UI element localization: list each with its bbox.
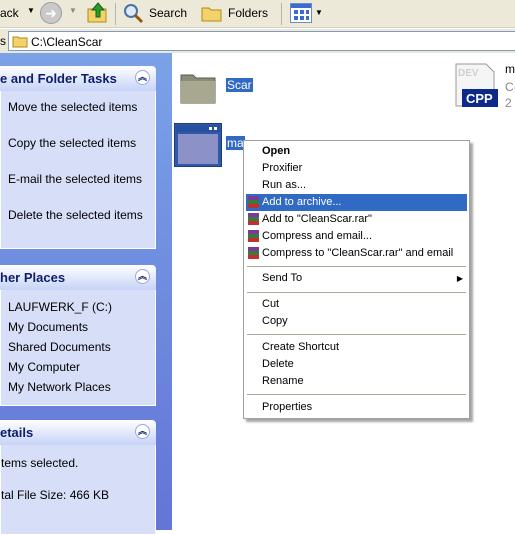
menu-item-properties[interactable]: Properties	[246, 399, 467, 416]
winrar-icon	[248, 247, 259, 259]
context-menu: Open Proxifier Run as... Add to archive.…	[243, 140, 470, 419]
place-shared-documents[interactable]: Shared Documents	[8, 339, 148, 355]
address-input[interactable]: C:\CleanScar	[8, 31, 515, 51]
views-dropdown-arrow-icon[interactable]: ▼	[315, 8, 323, 17]
menu-item-label: Compress and email...	[262, 230, 373, 242]
application-window-icon[interactable]	[174, 123, 222, 167]
back-dropdown-arrow-icon[interactable]: ▼	[27, 6, 35, 15]
selected-file-label[interactable]: ma	[226, 136, 245, 150]
task-delete[interactable]: Delete the selected items	[8, 207, 148, 223]
address-path: C:\CleanScar	[31, 35, 103, 49]
menu-item-compress-email[interactable]: Compress and email...	[246, 228, 467, 245]
toolbar-separator	[115, 3, 116, 25]
menu-item-label: Proxifier	[262, 162, 303, 174]
menu-item-label: Delete	[262, 358, 294, 370]
menu-item-label: Rename	[262, 375, 304, 387]
details-header[interactable]: etails ︽	[0, 420, 156, 445]
winrar-icon	[248, 196, 259, 208]
menu-item-run-as[interactable]: Run as...	[246, 177, 467, 194]
place-my-network-places[interactable]: My Network Places	[8, 379, 148, 395]
menu-item-label: Add to archive...	[262, 196, 342, 208]
forward-dropdown-arrow-icon[interactable]: ▼	[69, 6, 77, 15]
menu-item-label: Add to "CleanScar.rar"	[262, 213, 372, 225]
other-places-panel: LAUFWERK_F (C:) My Documents Shared Docu…	[0, 290, 156, 406]
menu-item-label: Compress to "CleanScar.rar" and email	[262, 247, 454, 259]
scar-folder-label[interactable]: Scar	[226, 78, 253, 92]
menu-item-add-to-rar[interactable]: Add to "CleanScar.rar"	[246, 211, 467, 228]
menu-item-open[interactable]: Open	[246, 143, 467, 160]
menu-separator	[247, 292, 466, 293]
menu-item-rename[interactable]: Rename	[246, 373, 467, 390]
place-my-computer[interactable]: My Computer	[8, 359, 148, 375]
views-icon[interactable]	[290, 3, 312, 23]
folders-button[interactable]: Folders	[228, 6, 268, 20]
menu-item-proxifier[interactable]: Proxifier	[246, 160, 467, 177]
menu-item-create-shortcut[interactable]: Create Shortcut	[246, 339, 467, 356]
submenu-arrow-icon: ▶	[456, 274, 463, 283]
cpp-badge: CPP	[466, 91, 493, 106]
scar-folder-icon[interactable]	[178, 67, 218, 107]
task-email[interactable]: E-mail the selected items	[8, 171, 148, 187]
task-move[interactable]: Move the selected items	[8, 99, 148, 115]
address-bar: s C:\CleanScar	[0, 29, 515, 53]
panel-title: her Places	[0, 270, 66, 285]
cpp-file-size: 2	[505, 96, 512, 110]
cpp-file-type: C-	[505, 80, 515, 94]
menu-item-delete[interactable]: Delete	[246, 356, 467, 373]
menu-item-label: Cut	[262, 298, 280, 310]
task-pane: e and Folder Tasks ︽ Move the selected i…	[0, 53, 172, 535]
search-icon[interactable]	[121, 2, 145, 24]
details-selection-count: tems selected.	[1, 456, 79, 470]
menu-item-send-to[interactable]: Send To ▶	[246, 270, 467, 287]
folders-icon[interactable]	[200, 2, 224, 24]
menu-item-label: Open	[262, 145, 291, 157]
search-button[interactable]: Search	[149, 6, 187, 20]
menu-item-label: Run as...	[262, 179, 307, 191]
cpp-file-icon[interactable]: DEV CPP	[452, 62, 500, 110]
cpp-ghost-text: DEV	[458, 68, 479, 79]
details-panel: tems selected. tal File Size: 466 KB	[0, 445, 156, 535]
up-folder-icon[interactable]	[86, 1, 110, 25]
place-my-documents[interactable]: My Documents	[8, 319, 148, 335]
place-drive-c[interactable]: LAUFWERK_F (C:)	[8, 299, 148, 315]
collapse-chevron-icon[interactable]: ︽	[135, 269, 150, 284]
menu-item-add-to-archive[interactable]: Add to archive...	[246, 194, 467, 211]
menu-item-label: Properties	[262, 401, 313, 413]
toolbar-separator	[281, 3, 282, 25]
address-label: s	[0, 34, 6, 48]
folder-icon	[12, 34, 28, 48]
file-folder-tasks-panel: Move the selected items Copy the selecte…	[0, 91, 156, 249]
menu-separator	[247, 266, 466, 267]
menu-item-label: Copy	[262, 315, 288, 327]
menu-item-compress-rar-email[interactable]: Compress to "CleanScar.rar" and email	[246, 245, 467, 262]
details-total-size: tal File Size: 466 KB	[1, 488, 110, 502]
panel-title: e and Folder Tasks	[0, 71, 117, 86]
cpp-file-name[interactable]: m	[505, 62, 515, 76]
menu-item-copy[interactable]: Copy	[246, 313, 467, 330]
back-button[interactable]: ack	[0, 6, 19, 20]
menu-separator	[247, 334, 466, 335]
panel-title: etails	[0, 425, 34, 440]
winrar-icon	[248, 230, 259, 242]
standard-toolbar: ack ▼ ➜ ▼ Search Folders ▼	[0, 0, 515, 28]
menu-item-label: Send To	[262, 272, 303, 284]
winrar-icon	[248, 213, 259, 225]
menu-item-label: Create Shortcut	[262, 341, 340, 353]
task-copy[interactable]: Copy the selected items	[8, 135, 148, 151]
forward-button-icon[interactable]: ➜	[40, 2, 62, 24]
menu-item-cut[interactable]: Cut	[246, 296, 467, 313]
menu-separator	[247, 394, 466, 395]
collapse-chevron-icon[interactable]: ︽	[135, 70, 150, 85]
collapse-chevron-icon[interactable]: ︽	[135, 424, 150, 439]
file-folder-tasks-header[interactable]: e and Folder Tasks ︽	[0, 66, 156, 91]
other-places-header[interactable]: her Places ︽	[0, 265, 156, 290]
